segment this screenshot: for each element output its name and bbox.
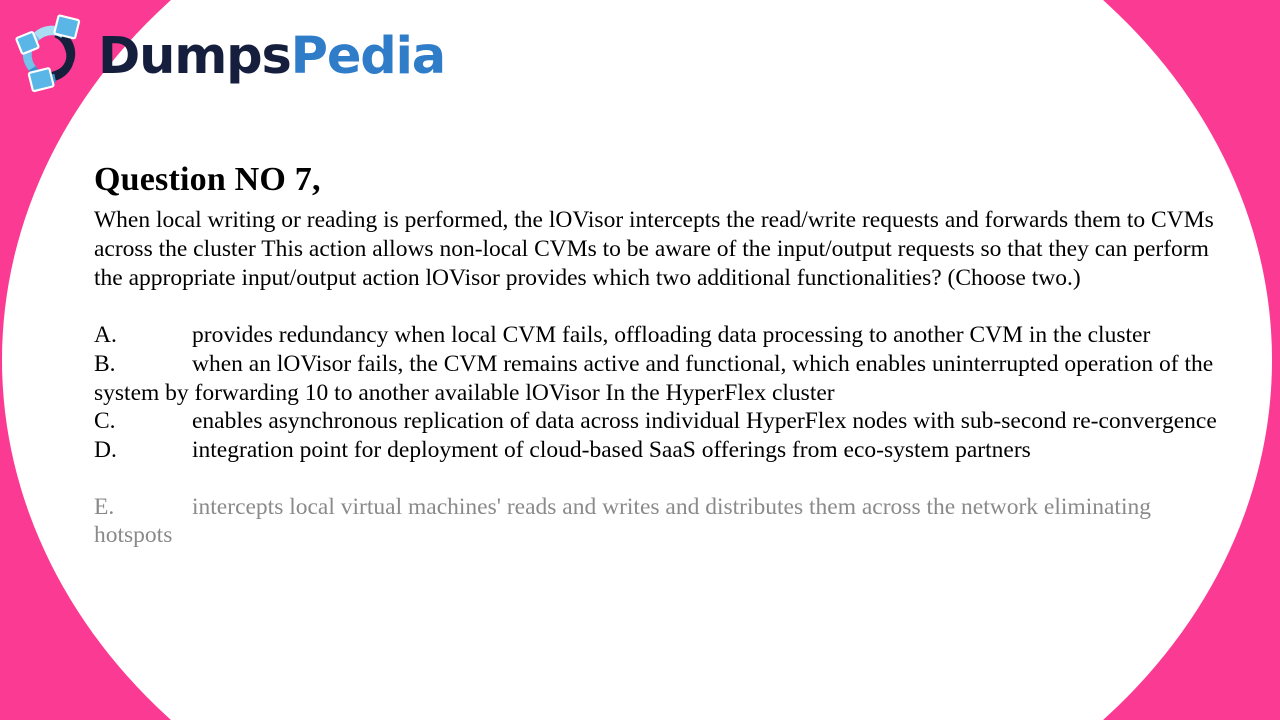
answer-option-b-text: when an lOVisor fails, the CVM remains a… (94, 350, 1214, 406)
dumpspedia-logo[interactable]: DumpsPedia (8, 14, 446, 96)
answer-option-e[interactable]: E. intercepts local virtual machines' rea… (94, 493, 1234, 550)
answer-option-e-wrapper: E. intercepts local virtual machines' rea… (94, 493, 1234, 550)
answer-option-c[interactable]: C. enables asynchronous replication of da… (94, 407, 1234, 436)
answer-options-list: A. provides redundancy when local CVM fai… (94, 321, 1234, 550)
answer-option-b[interactable]: B. when an lOVisor fails, the CVM remains… (94, 350, 1234, 407)
answer-option-a[interactable]: A. provides redundancy when local CVM fai… (94, 321, 1234, 350)
answer-option-d[interactable]: D. integration point for deployment of cl… (94, 436, 1234, 465)
answer-option-c-letter: C. (94, 408, 116, 435)
answer-option-e-letter: E. (94, 493, 115, 520)
answer-option-e-text: intercepts local virtual machines' reads… (94, 493, 1151, 549)
logo-wordmark: DumpsPedia (98, 31, 446, 82)
recycle-circle-icon (15, 14, 81, 93)
answer-option-c-text: enables asynchronous replication of data… (192, 408, 1217, 435)
logo-text-pedia: Pedia (290, 26, 447, 86)
answer-option-b-letter: B. (94, 350, 116, 377)
question-content: Question NO 7, When local writing or rea… (94, 160, 1234, 550)
question-title: Question NO 7, (94, 161, 321, 198)
answer-option-d-text: integration point for deployment of clou… (192, 436, 1031, 463)
answer-option-d-letter: D. (94, 436, 117, 463)
slide-canvas: DumpsPedia Question NO 7, When local wri… (0, 0, 1280, 720)
answer-option-a-letter: A. (94, 322, 117, 349)
question-stem: When local writing or reading is perform… (94, 207, 1214, 292)
logo-text-dumps: Dumps (98, 26, 292, 86)
answer-option-a-text: provides redundancy when local CVM fails… (192, 322, 1151, 349)
